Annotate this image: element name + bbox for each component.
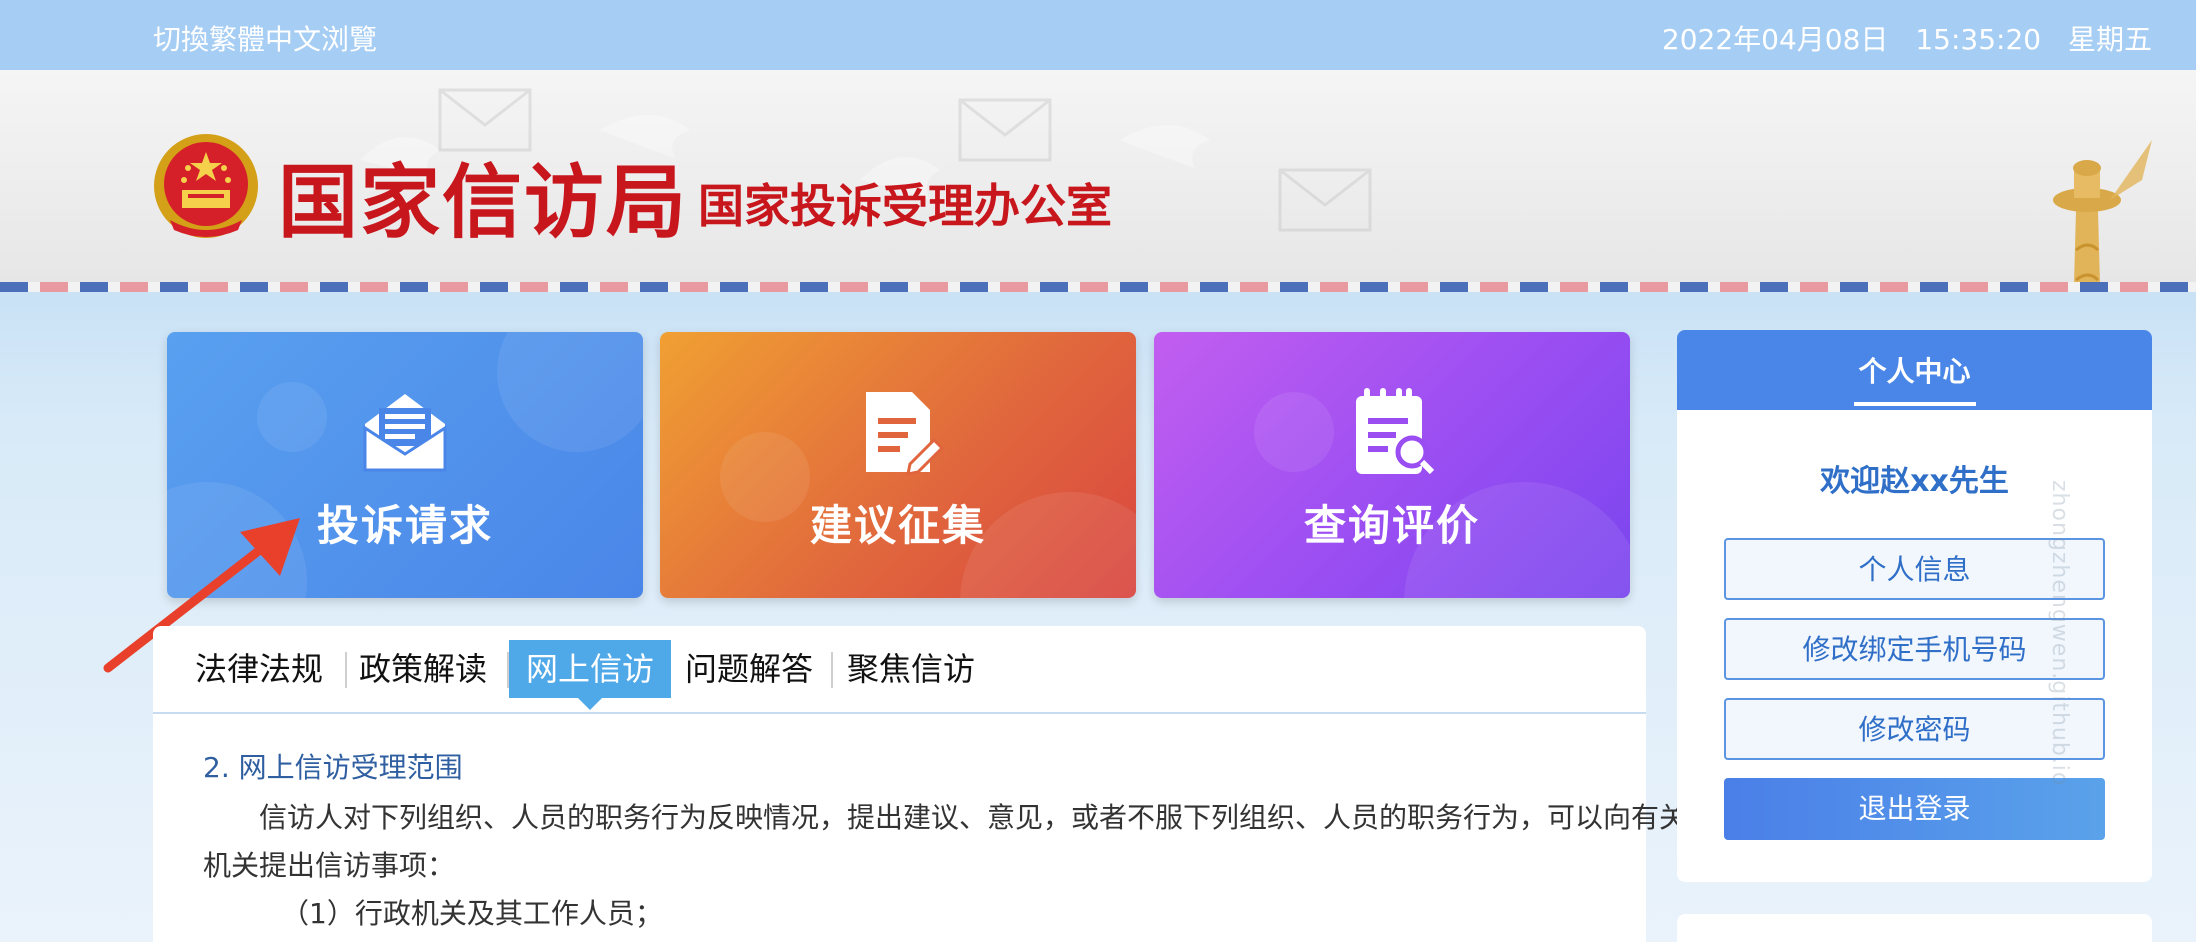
tab-online-petition[interactable]: 网上信访 — [509, 640, 671, 710]
national-emblem-icon — [154, 134, 258, 238]
personal-center-panel: 个人中心 欢迎赵xx先生 个人信息 修改绑定手机号码 修改密码 退出登录 — [1677, 330, 2152, 882]
tile-label: 查询评价 — [1303, 501, 1480, 550]
traditional-chinese-link[interactable]: 切換繁體中文浏覽 — [153, 18, 377, 58]
airmail-stripe-divider — [0, 282, 2196, 292]
section-title: 2. 网上信访受理范围 — [203, 751, 463, 784]
list-item: （1）行政机关及其工作人员； — [281, 897, 663, 930]
weekday-text: 星期五 — [2067, 23, 2152, 56]
watermark-text: zhongzhengwen.github.io — [2047, 480, 2072, 787]
tab-separator — [831, 652, 833, 688]
header-banner: 国家信访局 国家投诉受理办公室 — [0, 70, 2196, 288]
document-edit-icon — [866, 392, 945, 476]
calendar-search-icon — [1356, 388, 1435, 475]
content-panel: 法律法规 政策解读 网上信访 问题解答 聚焦信访 2. 网上信访受理范围 信访人… — [153, 626, 1743, 942]
section-paragraph: 信访人对下列组织、人员的职务行为反映情况，提出建议、意见，或者不服下列组织、人员… — [203, 794, 1743, 890]
panel-header: 个人中心 — [1677, 330, 2152, 410]
top-bar: 切換繁體中文浏覽 2022年04月08日 15:35:20 星期五 — [0, 0, 2196, 70]
huabiao-pillar-icon — [2053, 140, 2152, 288]
tab-focus-petition[interactable]: 聚焦信访 — [847, 640, 975, 698]
tile-label: 建议征集 — [809, 501, 986, 550]
site-subtitle: 国家投诉受理办公室 — [698, 179, 1112, 233]
title-underline — [1854, 402, 1976, 406]
secondary-panel — [1677, 914, 2152, 942]
date-time-display: 2022年04月08日 15:35:20 星期五 — [1662, 18, 2152, 58]
envelope-icon — [363, 394, 447, 472]
tab-policy-interpretation[interactable]: 政策解读 — [359, 640, 487, 698]
paragraph-text: 信访人对下列组织、人员的职务行为反映情况，提出建议、意见，或者不服下列组织、人员… — [203, 801, 1744, 882]
page: 切換繁體中文浏覽 2022年04月08日 15:35:20 星期五 国家信访局 … — [0, 0, 2196, 942]
time-text: 15:35:20 — [1915, 23, 2042, 56]
suggestion-tile[interactable]: 建议征集 — [660, 332, 1136, 598]
tab-qa[interactable]: 问题解答 — [685, 640, 813, 698]
panel-title[interactable]: 个人中心 — [1677, 350, 2152, 390]
welcome-text: 欢迎赵xx先生 — [1820, 464, 2009, 499]
query-review-tile[interactable]: 查询评价 — [1154, 332, 1630, 598]
tab-separator — [345, 652, 347, 688]
tab-bar: 法律法规 政策解读 网上信访 问题解答 聚焦信访 — [153, 626, 1646, 714]
site-title: 国家信访局 — [278, 155, 688, 249]
tab-laws[interactable]: 法律法规 — [195, 640, 323, 698]
date-text: 2022年04月08日 — [1661, 23, 1889, 56]
